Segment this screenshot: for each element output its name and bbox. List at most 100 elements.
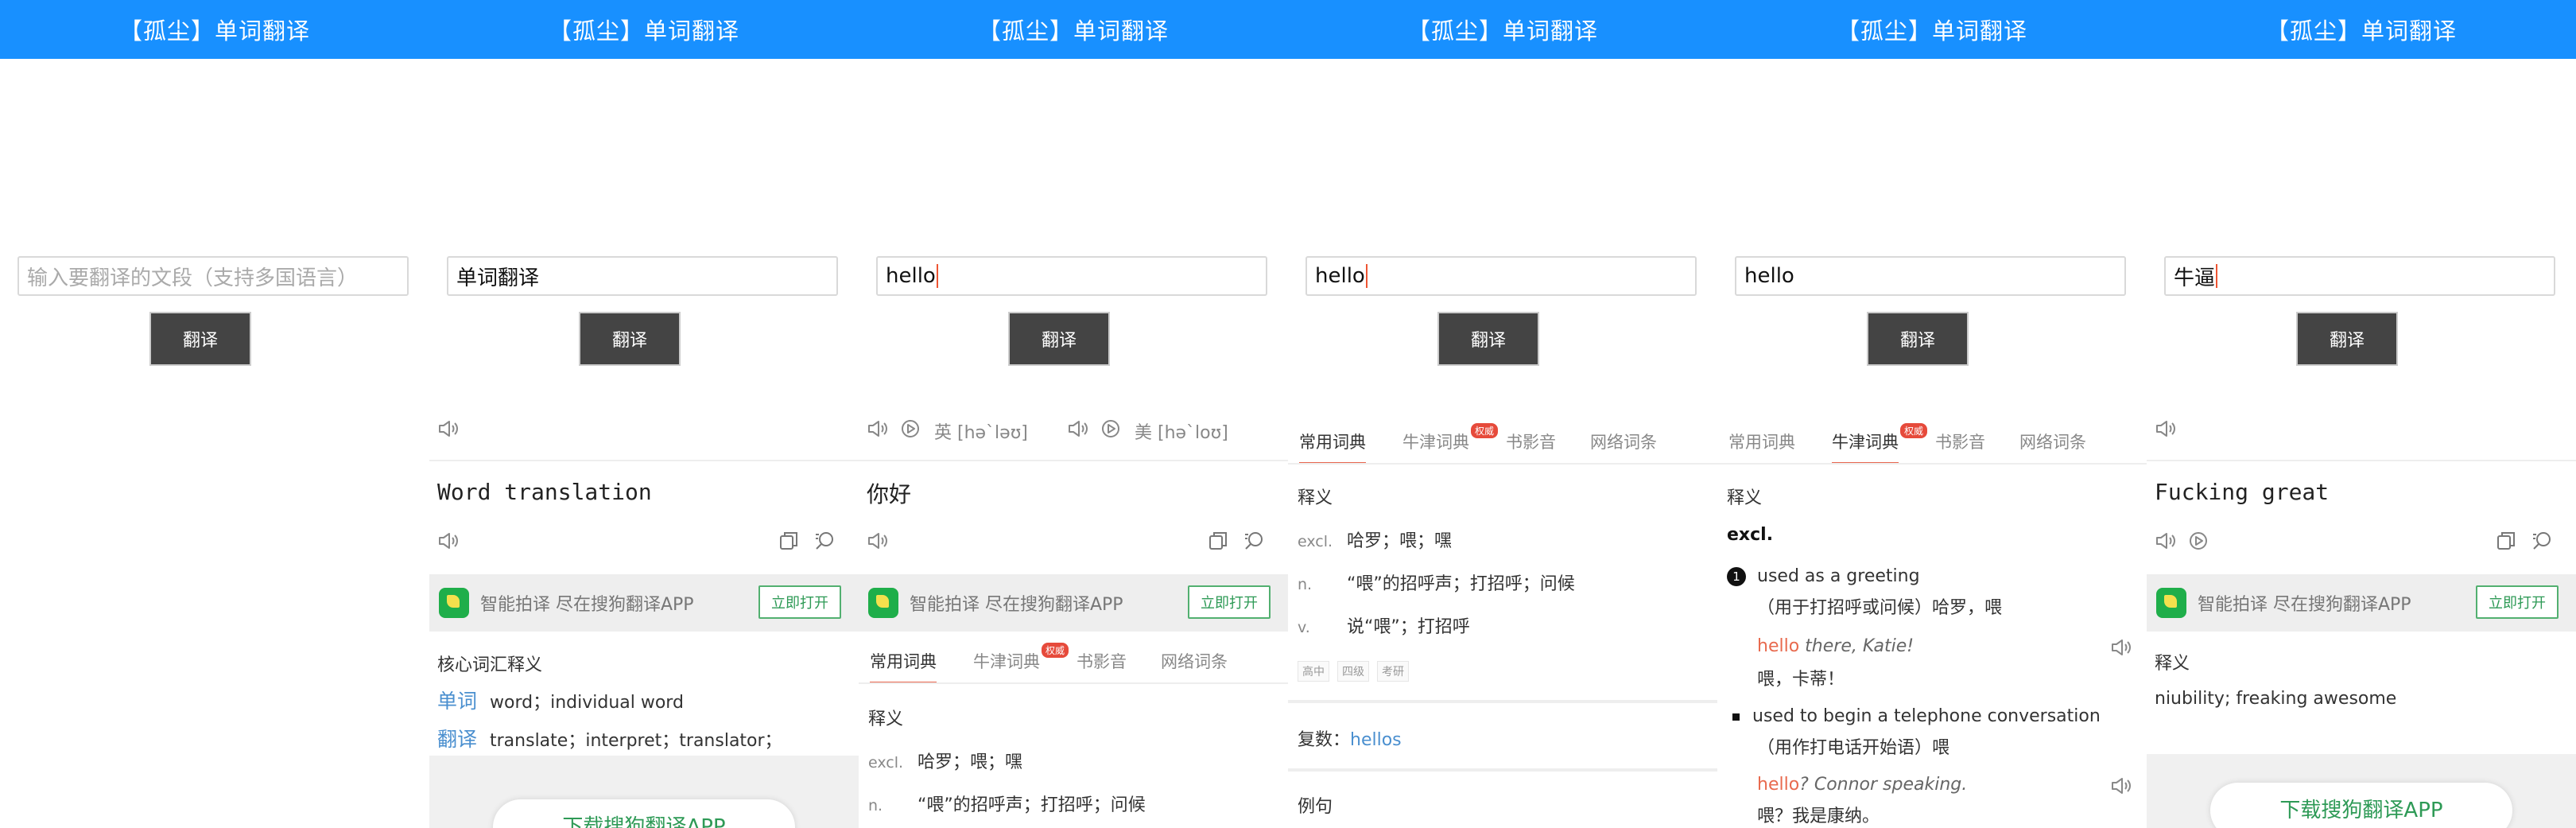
term-word[interactable]: 单词 xyxy=(437,690,477,713)
play-icon[interactable] xyxy=(898,419,922,438)
tab-book[interactable]: 书影音 xyxy=(1077,649,1127,673)
tab-book[interactable]: 书影音 xyxy=(1506,430,1556,453)
tab-common[interactable]: 常用词典 xyxy=(1728,430,1795,453)
def-text: “喂”的招呼声；打招呼；问候 xyxy=(918,795,1146,815)
dict-tabs: 常用词典 牛津词典 权威 书影音 网络词条 xyxy=(1717,423,2147,465)
divider xyxy=(429,460,859,461)
sense-cn: （用作打电话开始语）喂 xyxy=(1757,738,1950,758)
term-word[interactable]: 翻译 xyxy=(437,728,477,751)
download-app-button[interactable]: 下载搜狗翻译APP xyxy=(2210,783,2512,828)
sogou-logo-icon xyxy=(2156,588,2186,618)
definition-row: excl. 哈罗；喂；嘿 xyxy=(868,748,1022,773)
def-text: 说“喂”；打招呼 xyxy=(1347,617,1470,637)
speaker-icon[interactable] xyxy=(2110,638,2134,657)
search-input[interactable]: 单词翻译 xyxy=(447,256,838,296)
translate-button[interactable]: 翻译 xyxy=(579,312,681,366)
header-bar: 【孤尘】单词翻译 xyxy=(429,0,859,59)
tab-web[interactable]: 网络词条 xyxy=(2019,430,2086,453)
tab-oxford[interactable]: 牛津词典 xyxy=(1832,430,1899,465)
speaker-icon[interactable] xyxy=(2155,419,2178,438)
example-word: hello xyxy=(1757,636,1800,656)
speaker-icon[interactable] xyxy=(1067,419,1091,438)
translation-result: Fucking great xyxy=(2155,479,2330,505)
open-app-button[interactable]: 立即打开 xyxy=(2476,585,2559,619)
search-input[interactable]: hello xyxy=(1305,256,1697,296)
search-icon[interactable] xyxy=(2531,530,2554,552)
definition-row: excl. 哈罗；喂；嘿 xyxy=(1298,527,1452,552)
definition-title: 释义 xyxy=(1298,488,1333,508)
speaker-icon[interactable] xyxy=(2155,531,2178,550)
search-value: hello xyxy=(886,264,936,288)
example-rest: there, Katie! xyxy=(1799,636,1915,656)
translation-result: 你好 xyxy=(867,481,912,507)
level-tag: 四级 xyxy=(1337,661,1369,682)
app-banner: 智能拍译 尽在搜狗翻译APP 立即打开 xyxy=(2147,574,2576,632)
panel-2: 【孤尘】单词翻译 单词翻译 翻译 Word translation 智能拍译 尽… xyxy=(429,0,859,828)
translate-button[interactable]: 翻译 xyxy=(1867,312,1969,366)
sense-number: 1 xyxy=(1727,567,1746,586)
app-banner: 智能拍译 尽在搜狗翻译APP 立即打开 xyxy=(429,574,859,632)
panel-3: 【孤尘】单词翻译 hello 翻译 英 [hə`ləʊ] 美 [hə`loʊ] … xyxy=(859,0,1288,828)
speaker-icon[interactable] xyxy=(867,531,890,550)
sense-cn: （用于打招呼或问候）哈罗，喂 xyxy=(1757,598,2003,618)
tab-web[interactable]: 网络词条 xyxy=(1161,649,1228,673)
term-row: 单词 word；individual word xyxy=(437,686,684,714)
app-banner: 智能拍译 尽在搜狗翻译APP 立即打开 xyxy=(859,574,1288,632)
pos: excl. xyxy=(1298,533,1333,550)
app-title: 【孤尘】单词翻译 xyxy=(1406,17,1598,45)
translation-result: Word translation xyxy=(437,479,652,505)
open-app-button[interactable]: 立即打开 xyxy=(1188,585,1271,619)
search-input[interactable]: hello xyxy=(1735,256,2126,296)
translate-button[interactable]: 翻译 xyxy=(1008,312,1110,366)
pos: n. xyxy=(1298,576,1313,593)
divider xyxy=(859,682,1288,684)
app-title: 【孤尘】单词翻译 xyxy=(1836,17,2027,45)
search-input[interactable]: 输入要翻译的文段（支持多国语言） xyxy=(17,256,409,296)
copy-icon[interactable] xyxy=(2495,530,2517,552)
definition-row: n. “喂”的招呼声；打招呼；问候 xyxy=(868,791,1146,816)
app-title: 【孤尘】单词翻译 xyxy=(118,17,310,45)
play-icon[interactable] xyxy=(2186,531,2210,550)
example-word: hello xyxy=(1757,775,1800,795)
text-cursor xyxy=(1365,264,1368,288)
download-app-button[interactable]: 下载搜狗翻译APP xyxy=(493,799,795,828)
search-input[interactable]: hello xyxy=(876,256,1267,296)
tab-common[interactable]: 常用词典 xyxy=(1299,430,1366,465)
definition-title: 释义 xyxy=(1727,488,1763,508)
translate-button[interactable]: 翻译 xyxy=(149,312,251,366)
definition-text: niubility; freaking awesome xyxy=(2155,689,2397,709)
text-cursor xyxy=(936,264,938,288)
header-bar: 【孤尘】单词翻译 xyxy=(859,0,1288,59)
tab-oxford[interactable]: 牛津词典 xyxy=(973,649,1040,673)
copy-icon[interactable] xyxy=(1207,530,1229,552)
divider xyxy=(2147,460,2576,461)
speaker-icon[interactable] xyxy=(2110,776,2134,795)
pos: excl. xyxy=(868,754,904,772)
level-tag: 考研 xyxy=(1377,661,1409,682)
sense-text: used to begin a telephone conversation xyxy=(1752,706,2101,726)
speaker-icon[interactable] xyxy=(437,531,461,550)
tab-web[interactable]: 网络词条 xyxy=(1590,430,1657,453)
tab-book[interactable]: 书影音 xyxy=(1935,430,1985,453)
play-icon[interactable] xyxy=(1099,419,1123,438)
plural-link[interactable]: hellos xyxy=(1350,730,1402,750)
tab-common[interactable]: 常用词典 xyxy=(870,649,937,684)
translate-button[interactable]: 翻译 xyxy=(1437,312,1539,366)
definition-title: 释义 xyxy=(2155,654,2190,674)
definition-row: v. 说“喂”；打招呼 xyxy=(1298,612,1470,638)
search-icon[interactable] xyxy=(1243,530,1266,552)
example-row: hello there, Katie! xyxy=(1757,636,1914,656)
divider xyxy=(859,460,1288,461)
speaker-icon[interactable] xyxy=(867,419,890,438)
sense-row: used to begin a telephone conversation xyxy=(1727,706,2101,726)
search-icon[interactable] xyxy=(814,530,836,552)
tab-oxford[interactable]: 牛津词典 xyxy=(1402,430,1469,453)
search-input[interactable]: 牛逼 xyxy=(2164,256,2555,296)
search-placeholder: 输入要翻译的文段（支持多国语言） xyxy=(27,266,359,290)
open-app-button[interactable]: 立即打开 xyxy=(758,585,841,619)
copy-icon[interactable] xyxy=(778,530,800,552)
divider xyxy=(1288,463,1717,465)
authority-badge: 权威 xyxy=(1471,423,1499,438)
translate-button[interactable]: 翻译 xyxy=(2296,312,2398,366)
speaker-icon[interactable] xyxy=(437,419,461,438)
